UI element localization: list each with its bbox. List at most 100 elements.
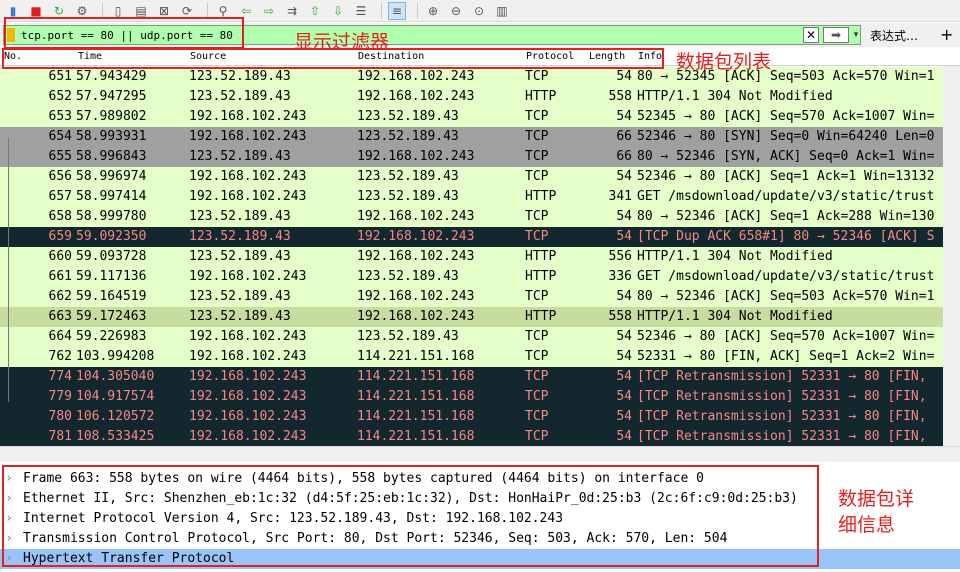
packet-cell-info: [TCP Retransmission] 52331 → 80 [FIN, [637, 409, 927, 424]
packet-cell-time: 58.996843 [76, 149, 147, 164]
packet-cell-dst: 114.221.151.168 [357, 349, 475, 364]
packet-cell-no: 651 [48, 69, 72, 84]
packet-list-pane: No. Time Source Destination Protocol Len… [0, 48, 960, 446]
filter-history-dropdown[interactable]: ▾ [851, 27, 861, 43]
add-filter-button[interactable]: + [940, 25, 953, 44]
autoscroll-icon[interactable]: ☰ [352, 2, 370, 20]
packet-cell-no: 661 [48, 269, 72, 284]
packet-cell-time: 58.999780 [76, 209, 147, 224]
packet-cell-info: 52345 → 80 [ACK] Seq=570 Ack=1007 Win= [637, 109, 935, 124]
packet-cell-len: 341 [608, 189, 632, 204]
packet-cell-info: GET /msdownload/update/v3/static/trust [637, 269, 935, 284]
packet-cell-info: [TCP Dup ACK 658#1] 80 → 52346 [ACK] S [637, 229, 935, 244]
packet-row[interactable]: 780 106.120572 192.168.102.243 114.221.151.… [0, 407, 960, 427]
packet-cell-src: 192.168.102.243 [189, 109, 307, 124]
packet-cell-proto: TCP [525, 429, 549, 444]
packet-cell-proto: TCP [525, 349, 549, 364]
packet-cell-no: 762 [48, 349, 72, 364]
last-icon[interactable]: ⇩ [329, 2, 347, 20]
packet-row[interactable]: 663 59.172463 123.52.189.43 192.168.102.243… [0, 307, 960, 327]
packet-cell-len: 558 [608, 309, 632, 324]
packet-cell-time: 108.533425 [76, 429, 155, 444]
packet-cell-no: 779 [48, 389, 72, 404]
packet-row[interactable]: 657 58.997414 192.168.102.243 123.52.189.43… [0, 187, 960, 207]
packet-cell-no: 663 [48, 309, 72, 324]
packet-row[interactable]: 762 103.994208 192.168.102.243 114.221.151.… [0, 347, 960, 367]
packet-row[interactable]: 662 59.164519 123.52.189.43 192.168.102.243… [0, 287, 960, 307]
colorize-icon[interactable]: ≡ [388, 1, 406, 20]
packet-row[interactable]: 661 59.117136 192.168.102.243 123.52.189.43… [0, 267, 960, 287]
packet-row[interactable]: 653 57.989802 192.168.102.243 123.52.189.43… [0, 107, 960, 127]
packet-cell-dst: 123.52.189.43 [357, 189, 459, 204]
packet-cell-len: 336 [608, 269, 632, 284]
packet-cell-time: 58.997414 [76, 189, 147, 204]
packet-cell-len: 54 [616, 329, 632, 344]
packet-cell-proto: TCP [525, 109, 549, 124]
packet-cell-len: 66 [616, 149, 632, 164]
packet-cell-time: 103.994208 [76, 349, 155, 364]
forward-icon[interactable]: ⇨ [260, 2, 278, 20]
packet-row[interactable]: 656 58.996974 192.168.102.243 123.52.189.43… [0, 167, 960, 187]
packet-cell-info: 80 → 52346 [ACK] Seq=1 Ack=288 Win=130 [637, 209, 935, 224]
packet-cell-no: 652 [48, 89, 72, 104]
zoom-normal-icon[interactable]: ⊙ [470, 2, 488, 20]
packet-cell-time: 59.226983 [76, 329, 147, 344]
packet-list-annotation-box [2, 48, 664, 69]
packet-cell-no: 664 [48, 329, 72, 344]
packet-cell-info: HTTP/1.1 304 Not Modified [637, 249, 833, 264]
resize-columns-icon[interactable]: ▥ [493, 2, 511, 20]
packet-cell-proto: HTTP [525, 89, 557, 104]
clear-filter-icon[interactable]: ✕ [803, 27, 819, 43]
packet-cell-src: 192.168.102.243 [189, 349, 307, 364]
packet-cell-time: 59.164519 [76, 289, 147, 304]
packet-cell-src: 192.168.102.243 [189, 189, 307, 204]
packet-cell-time: 59.172463 [76, 309, 147, 324]
packet-row[interactable]: 651 57.943429 123.52.189.43 192.168.102.243… [0, 67, 960, 87]
packet-cell-dst: 114.221.151.168 [357, 409, 475, 424]
packet-row[interactable]: 652 57.947295 123.52.189.43 192.168.102.243… [0, 87, 960, 107]
packet-cell-time: 57.989802 [76, 109, 147, 124]
packet-row[interactable]: 781 108.533425 192.168.102.243 114.221.151.… [0, 427, 960, 446]
packet-row[interactable]: 774 104.305040 192.168.102.243 114.221.151.… [0, 367, 960, 387]
packet-cell-len: 556 [608, 249, 632, 264]
packet-cell-time: 106.120572 [76, 409, 155, 424]
packet-cell-len: 54 [616, 289, 632, 304]
packet-cell-src: 123.52.189.43 [189, 229, 291, 244]
packet-cell-len: 54 [616, 169, 632, 184]
packet-row[interactable]: 654 58.993931 192.168.102.243 123.52.189.43… [0, 127, 960, 147]
packet-row[interactable]: 660 59.093728 123.52.189.43 192.168.102.243… [0, 247, 960, 267]
packet-list-annotation-label: 数据包列表 [676, 51, 772, 73]
packet-cell-proto: TCP [525, 229, 549, 244]
zoom-out-icon[interactable]: ⊖ [447, 2, 465, 20]
go-to-icon[interactable]: ⇉ [283, 2, 301, 20]
packet-cell-no: 780 [48, 409, 72, 424]
packet-cell-proto: TCP [525, 149, 549, 164]
apply-filter-button[interactable]: ➡ [823, 27, 849, 43]
packet-cell-no: 657 [48, 189, 72, 204]
packet-cell-src: 192.168.102.243 [189, 329, 307, 344]
packet-cell-proto: TCP [525, 209, 549, 224]
packet-cell-src: 192.168.102.243 [189, 409, 307, 424]
packet-cell-info: [TCP Retransmission] 52331 → 80 [FIN, [637, 369, 927, 384]
expression-button[interactable]: 表达式… [870, 27, 918, 44]
conversation-bracket [8, 138, 9, 402]
packet-row[interactable]: 664 59.226983 192.168.102.243 123.52.189.43… [0, 327, 960, 347]
packet-row[interactable]: 655 58.996843 123.52.189.43 192.168.102.243… [0, 147, 960, 167]
filter-annotation-box [4, 17, 244, 49]
packet-row[interactable]: 658 58.999780 123.52.189.43 192.168.102.243… [0, 207, 960, 227]
packet-row[interactable]: 659 59.092350 123.52.189.43 192.168.102.243… [0, 227, 960, 247]
zoom-in-icon[interactable]: ⊕ [424, 2, 442, 20]
packet-cell-dst: 114.221.151.168 [357, 369, 475, 384]
first-icon[interactable]: ⇧ [306, 2, 324, 20]
packet-row[interactable]: 779 104.917574 192.168.102.243 114.221.151.… [0, 387, 960, 407]
packet-list-vertical-scrollbar[interactable] [943, 66, 960, 446]
packet-cell-time: 104.305040 [76, 369, 155, 384]
packet-cell-dst: 123.52.189.43 [357, 109, 459, 124]
packet-cell-dst: 192.168.102.243 [357, 149, 475, 164]
packet-list-horizontal-scrollbar[interactable] [0, 446, 960, 462]
packet-cell-len: 54 [616, 209, 632, 224]
packet-cell-no: 660 [48, 249, 72, 264]
toolbar-separator [417, 2, 418, 19]
packet-cell-proto: TCP [525, 409, 549, 424]
packet-cell-info: [TCP Retransmission] 52331 → 80 [FIN, [637, 389, 927, 404]
